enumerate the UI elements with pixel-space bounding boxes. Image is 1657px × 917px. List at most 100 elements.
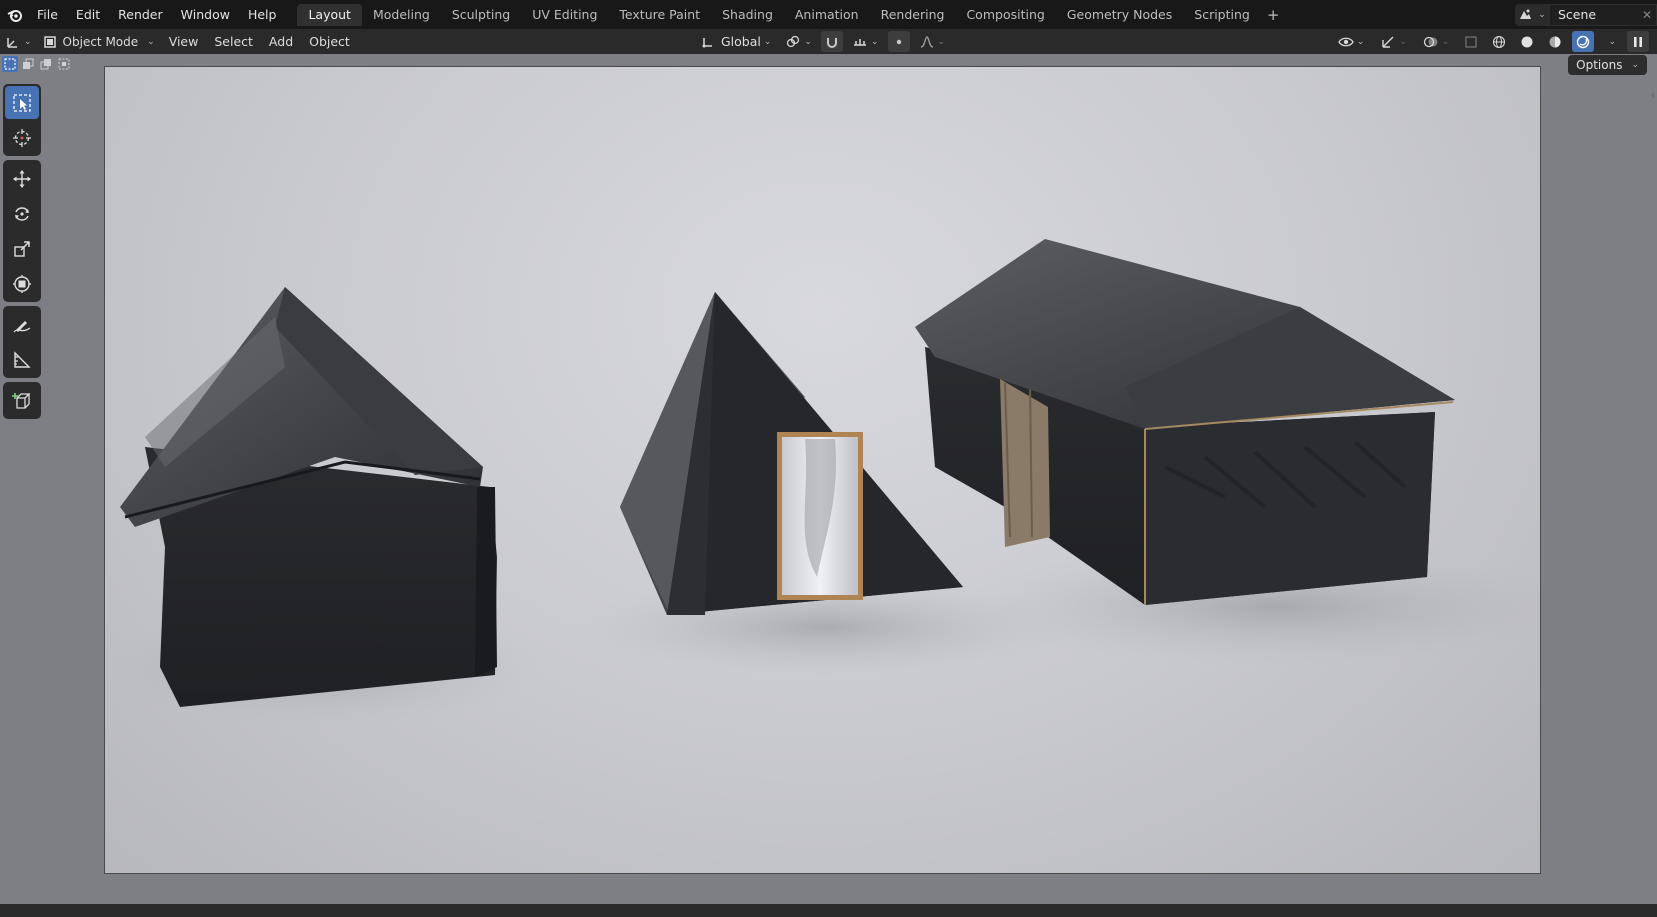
- annotate-pencil-icon: [13, 320, 31, 332]
- options-dropdown[interactable]: Options ⌄: [1568, 55, 1647, 75]
- shading-rendered[interactable]: [1572, 31, 1595, 52]
- tab-shading[interactable]: Shading: [711, 4, 784, 26]
- menu-help[interactable]: Help: [239, 4, 286, 26]
- tool-rotate[interactable]: [5, 197, 39, 230]
- add-cube-icon: [12, 392, 31, 409]
- main-menu: File Edit Render Window Help: [28, 4, 285, 26]
- falloff-dropdown[interactable]: ⌄: [914, 31, 951, 52]
- tab-geometry-nodes[interactable]: Geometry Nodes: [1056, 4, 1183, 26]
- tool-select-box[interactable]: [5, 86, 39, 119]
- tab-sculpting[interactable]: Sculpting: [441, 4, 521, 26]
- snap-target-dropdown[interactable]: ⌄: [847, 31, 884, 52]
- tab-layout[interactable]: Layout: [297, 3, 362, 26]
- shading-wireframe[interactable]: [1488, 31, 1510, 52]
- chevron-down-icon: ⌄: [1538, 9, 1546, 20]
- eye-icon: [1338, 37, 1354, 46]
- menu-add[interactable]: Add: [261, 31, 301, 52]
- tab-animation[interactable]: Animation: [784, 4, 870, 26]
- pivot-point-dropdown[interactable]: ⌄: [780, 31, 817, 52]
- tool-group-transform: [3, 160, 41, 302]
- proportional-edit-toggle[interactable]: [887, 31, 910, 52]
- select-subtract-icon: [40, 59, 51, 70]
- object-mode-icon: [43, 35, 56, 48]
- scene-name: Scene: [1558, 6, 1597, 22]
- editor-type-button[interactable]: ⌄: [0, 31, 37, 52]
- menu-view[interactable]: View: [161, 31, 207, 52]
- scene-selector: ⌄ Scene ✕: [1515, 3, 1657, 26]
- tool-add-cube[interactable]: [5, 384, 39, 417]
- select-new-button[interactable]: [2, 56, 18, 72]
- overlays-icon: [1423, 36, 1438, 47]
- menu-window[interactable]: Window: [172, 4, 239, 26]
- scene-name-field[interactable]: Scene ✕: [1549, 3, 1657, 26]
- close-icon[interactable]: ✕: [1642, 5, 1652, 25]
- menu-object[interactable]: Object: [301, 31, 358, 52]
- selection-mode-buttons: [2, 56, 72, 72]
- transform-icon: [13, 274, 31, 293]
- gizmo-icon: [1382, 36, 1394, 48]
- chevron-down-icon: ⌄: [147, 36, 155, 47]
- menu-render[interactable]: Render: [109, 4, 172, 26]
- pause-render-button[interactable]: [1627, 31, 1649, 52]
- shading-material[interactable]: [1544, 31, 1566, 52]
- shading-options-dropdown[interactable]: ⌄: [1600, 31, 1621, 52]
- chevron-down-icon: ⌄: [1399, 36, 1407, 47]
- viewport-bottom-edge: [0, 904, 1657, 917]
- chevron-down-icon: ⌄: [24, 36, 32, 47]
- tab-texture-paint[interactable]: Texture Paint: [608, 4, 711, 26]
- xray-icon: [1465, 35, 1478, 48]
- tab-uv-editing[interactable]: UV Editing: [521, 4, 608, 26]
- snap-toggle[interactable]: [820, 31, 843, 52]
- 3d-viewport[interactable]: Options ⌄ ‹: [0, 54, 1657, 917]
- add-workspace-button[interactable]: +: [1261, 6, 1286, 24]
- visibility-dropdown[interactable]: ⌄: [1333, 31, 1370, 52]
- tool-measure[interactable]: [5, 343, 39, 376]
- mode-label: Object Mode: [62, 34, 139, 49]
- mode-dropdown[interactable]: Object Mode ⌄: [36, 31, 161, 52]
- rotate-icon: [15, 206, 29, 221]
- cursor-icon: [13, 128, 31, 147]
- tab-scripting[interactable]: Scripting: [1183, 4, 1261, 26]
- top-bar: File Edit Render Window Help Layout Mode…: [0, 0, 1657, 29]
- shading-solid[interactable]: [1516, 31, 1538, 52]
- tool-scale[interactable]: [5, 232, 39, 265]
- tool-group-annotate: [3, 306, 41, 378]
- select-subtract-button[interactable]: [38, 56, 54, 72]
- wireframe-sphere-icon: [1493, 35, 1506, 48]
- tab-modeling[interactable]: Modeling: [362, 4, 441, 26]
- cabin-tent[interactable]: [915, 239, 1455, 605]
- chevron-down-icon: ⌄: [804, 36, 812, 47]
- menu-file[interactable]: File: [28, 4, 67, 26]
- workspace-tabs: Layout Modeling Sculpting UV Editing Tex…: [297, 0, 1285, 29]
- menu-select[interactable]: Select: [206, 31, 261, 52]
- orientation-icon: [702, 37, 712, 47]
- chevron-down-icon: ⌄: [1441, 36, 1450, 47]
- tool-group-select: [3, 84, 41, 156]
- viewport-display-controls: ⌄ ⌄ ⌄ ⌄: [1333, 31, 1649, 52]
- sidebar-toggle-icon[interactable]: ‹: [1651, 90, 1655, 101]
- menu-edit[interactable]: Edit: [67, 4, 109, 26]
- options-label: Options: [1576, 58, 1623, 72]
- rendered-scene: [105, 239, 1540, 727]
- tab-rendering[interactable]: Rendering: [870, 4, 956, 26]
- overlays-dropdown[interactable]: ⌄: [1418, 31, 1455, 52]
- transform-orientation-dropdown[interactable]: Global ⌄: [696, 31, 776, 52]
- tool-cursor[interactable]: [5, 121, 39, 154]
- gable-tent[interactable]: [120, 287, 497, 707]
- tool-transform[interactable]: [5, 267, 39, 300]
- select-extend-button[interactable]: [20, 56, 36, 72]
- tool-annotate[interactable]: [5, 308, 39, 341]
- select-invert-button[interactable]: [56, 56, 72, 72]
- xray-toggle[interactable]: [1460, 31, 1482, 52]
- transform-controls: Global ⌄ ⌄ ⌄ ⌄: [696, 31, 950, 52]
- blender-logo-icon[interactable]: [4, 4, 26, 26]
- a-frame-tent[interactable]: [620, 292, 963, 615]
- magnet-icon: [826, 37, 837, 48]
- tab-compositing[interactable]: Compositing: [955, 4, 1055, 26]
- dot-icon: [896, 39, 901, 44]
- select-new-icon: [4, 58, 16, 70]
- scene-icon[interactable]: ⌄: [1515, 3, 1549, 26]
- tool-move[interactable]: [5, 162, 39, 195]
- gizmo-dropdown[interactable]: ⌄: [1375, 31, 1412, 52]
- axes-icon: [7, 37, 17, 48]
